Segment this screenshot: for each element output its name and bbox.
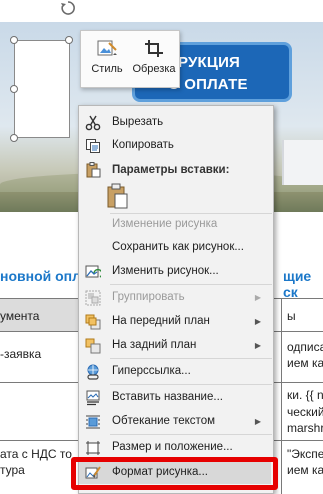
menu-item-label: На передний план [112, 315, 210, 327]
menu-item-copy[interactable]: Копировать [79, 134, 271, 157]
style-icon [96, 39, 118, 59]
menu-item-label: Обтекание текстом [112, 415, 215, 427]
menu-item-save-as-picture[interactable]: Сохранить как рисунок... [79, 236, 271, 259]
mini-toolbar: Стиль Обрезка [80, 30, 180, 88]
table-cell: marshru [287, 421, 323, 435]
table-cell: одписан [287, 340, 323, 354]
menu-item-label: Размер и положение... [112, 441, 233, 453]
menu-item-label: Изменение рисунка [112, 218, 218, 230]
menu-item-hyperlink[interactable]: Гиперссылка... [79, 360, 271, 383]
submenu-arrow-icon: ▶ [254, 341, 261, 350]
table-cell: -заявка [0, 347, 42, 361]
selected-image[interactable] [14, 40, 70, 138]
table-cell: "Экспед [287, 447, 323, 461]
menu-item-cut[interactable]: Вырезать [79, 111, 271, 134]
menu-item-size-position[interactable]: Размер и положение... [79, 436, 271, 459]
table-cell: тура [0, 463, 25, 477]
menu-separator [110, 358, 272, 359]
style-label: Стиль [91, 63, 123, 75]
menu-separator [110, 434, 272, 435]
table-cell: ы [287, 309, 296, 323]
size-position-icon [85, 440, 101, 456]
table-cell: ки. {{ nu [287, 388, 323, 402]
submenu-arrow-icon: ▶ [254, 317, 261, 326]
crop-icon [143, 39, 165, 59]
menu-item-label: Сохранить как рисунок... [112, 241, 244, 253]
wrap-text-icon [85, 414, 101, 430]
submenu-arrow-icon: ▶ [254, 293, 261, 302]
change-picture-icon [85, 264, 103, 280]
menu-item-edit-picture[interactable]: Изменение рисунка [79, 213, 271, 236]
paste-icon [85, 162, 101, 178]
menu-section-paste-options: Параметры вставки: [79, 158, 271, 182]
crop-button[interactable]: Обрезка [129, 31, 179, 87]
menu-item-label: Изменить рисунок... [112, 265, 219, 277]
menu-item-group[interactable]: Группировать ▶ [79, 286, 271, 309]
menu-separator [110, 384, 272, 385]
table-cell: умента [0, 309, 40, 323]
bring-forward-icon [85, 314, 101, 330]
truck-image [282, 140, 323, 185]
resize-handle-mid-left[interactable] [10, 85, 18, 93]
menu-item-insert-caption[interactable]: Вставить название... [79, 386, 271, 409]
menu-item-label: На задний план [112, 339, 197, 351]
table-cell: ием кач [287, 463, 323, 477]
menu-item-label: Вставить название... [112, 391, 223, 403]
menu-item-label: Копировать [112, 139, 174, 151]
scissors-icon [85, 115, 101, 131]
menu-item-send-backward[interactable]: На задний план ▶ [79, 334, 271, 357]
resize-handle-top-left[interactable] [10, 36, 18, 44]
menu-item-bring-forward[interactable]: На передний план ▶ [79, 310, 271, 333]
send-backward-icon [85, 338, 101, 354]
submenu-arrow-icon: ▶ [254, 417, 261, 426]
menu-item-change-picture[interactable]: Изменить рисунок... [79, 260, 271, 283]
copy-icon [85, 138, 101, 154]
style-button[interactable]: Стиль [85, 31, 129, 87]
menu-item-label: Вырезать [112, 116, 164, 128]
table-cell: ием каче [287, 356, 323, 370]
section-heading-right: щие ск [283, 268, 312, 300]
menu-item-label: Группировать [112, 291, 185, 303]
resize-handle-top-right[interactable] [65, 36, 73, 44]
crop-label: Обрезка [132, 63, 176, 75]
paste-keep-formatting-button[interactable] [105, 183, 131, 211]
menu-separator [110, 284, 272, 285]
rotate-handle-icon[interactable] [60, 0, 76, 16]
menu-item-label: Гиперссылка... [112, 365, 191, 377]
group-icon [85, 290, 101, 306]
section-heading: новной опл [0, 268, 82, 284]
table-vline [281, 298, 282, 494]
menu-section-label: Параметры вставки: [112, 164, 230, 176]
table-cell: ата с НДС то [0, 447, 72, 461]
menu-item-wrap-text[interactable]: Обтекание текстом ▶ [79, 410, 271, 433]
hyperlink-icon [85, 364, 101, 380]
resize-handle-bottom-left[interactable] [10, 134, 18, 142]
insert-caption-icon [85, 390, 101, 406]
highlight-frame [71, 457, 278, 490]
table-cell: ческий а [287, 405, 323, 419]
